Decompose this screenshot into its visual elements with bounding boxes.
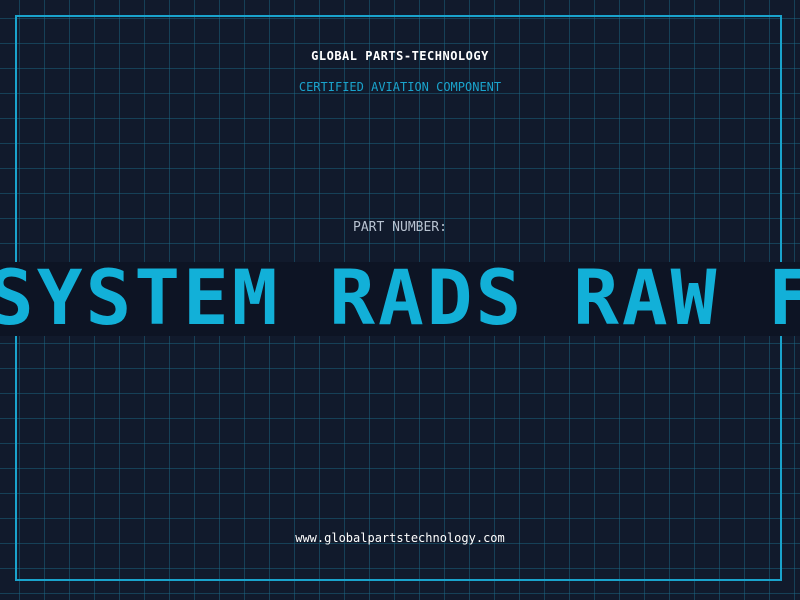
brand-name: GLOBAL PARTS-TECHNOLOGY xyxy=(311,49,489,63)
website-url[interactable]: www.globalpartstechnology.com xyxy=(0,531,800,545)
part-number-label: PART NUMBER: xyxy=(353,220,447,235)
brand-tagline: CERTIFIED AVIATION COMPONENT xyxy=(298,80,502,94)
certificate-page: GLOBAL PARTS-TECHNOLOGY CERTIFIED AVIATI… xyxy=(0,0,800,600)
part-number-value: SYSTEM RADS RAW FO xyxy=(0,262,800,336)
part-number-banner: SYSTEM RADS RAW FO xyxy=(0,262,800,336)
